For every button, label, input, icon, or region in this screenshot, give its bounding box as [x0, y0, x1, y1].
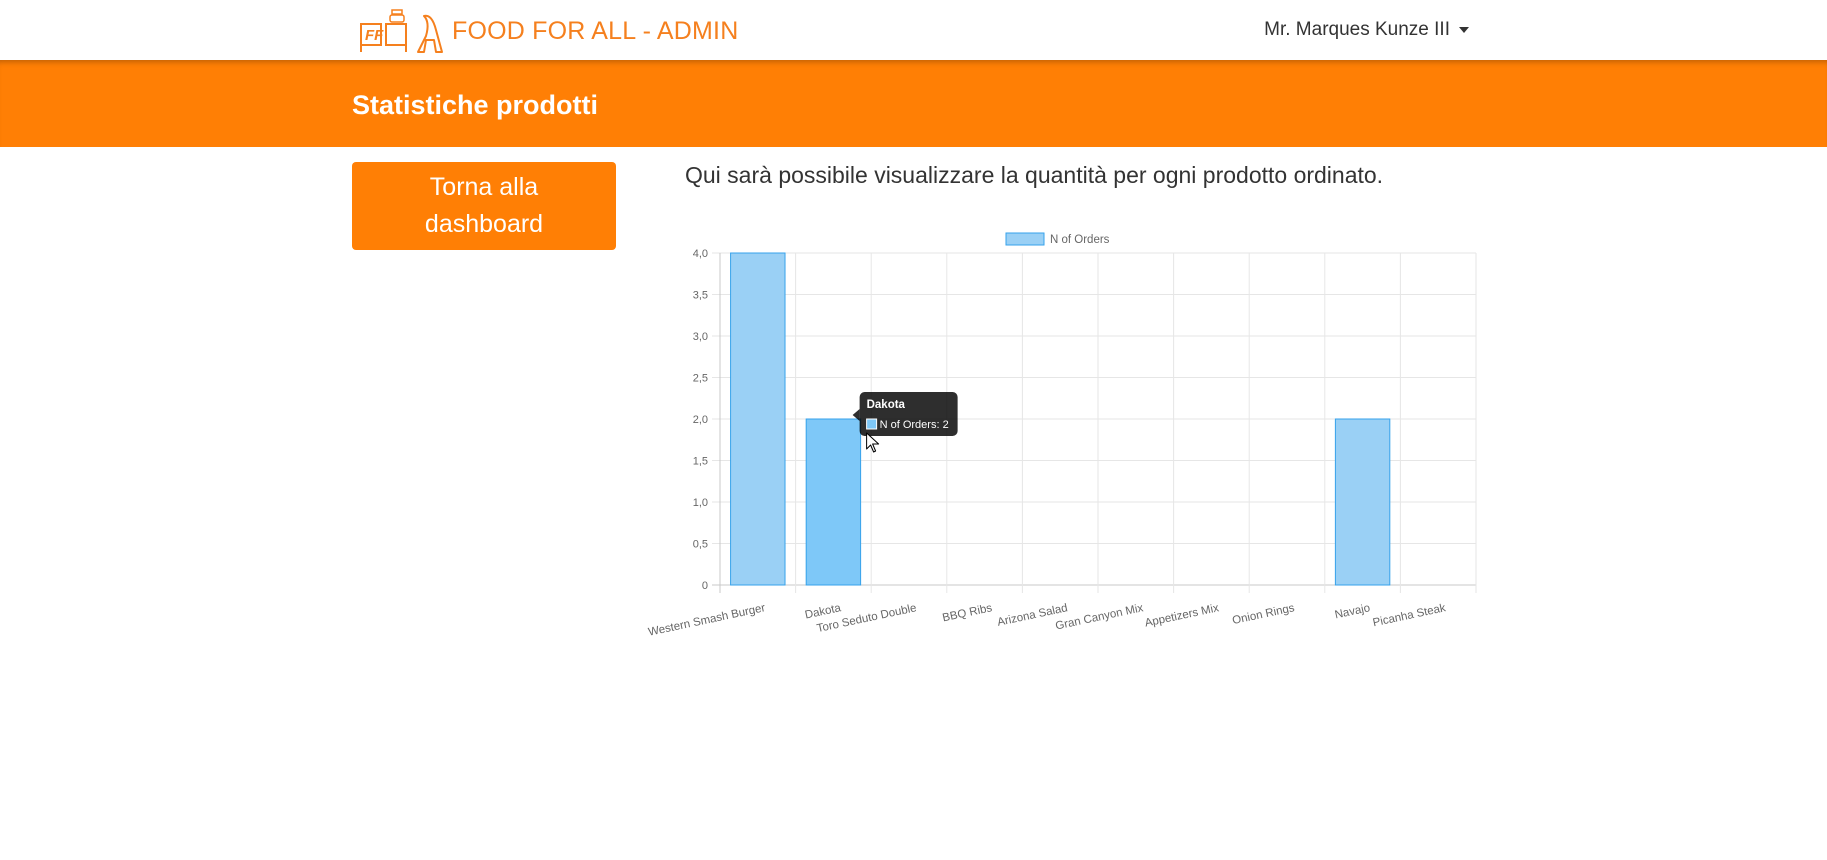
legend-label[interactable]: N of Orders — [1050, 234, 1110, 246]
bar-western-smash-burger[interactable] — [730, 252, 786, 586]
y-tick-label: 2,5 — [693, 373, 708, 385]
top-navbar: FF FOOD FOR ALL - ADMIN Mr. Marques Kunz… — [0, 0, 1827, 60]
x-tick-label: Gran Canyon Mix — [1054, 602, 1144, 632]
y-tick-label: 0 — [702, 580, 708, 592]
user-menu-dropdown[interactable]: Mr. Marques Kunze III — [1264, 19, 1469, 41]
tooltip-swatch — [866, 418, 878, 430]
tooltip-title: Dakota — [867, 399, 906, 411]
page-title: Statistiche prodotti — [352, 90, 599, 120]
legend-swatch[interactable] — [1005, 232, 1045, 246]
y-tick-label: 0,5 — [693, 539, 708, 551]
y-tick-label: 1,0 — [693, 497, 708, 509]
y-tick-label: 4,0 — [693, 248, 708, 260]
y-tick-label: 1,5 — [693, 456, 708, 468]
page-description: Qui sarà possibile visualizzare la quant… — [685, 162, 1384, 188]
brand-link[interactable]: FF FOOD FOR ALL - ADMIN — [360, 8, 738, 54]
y-tick-label: 2,0 — [693, 414, 708, 426]
x-tick-label: BBQ Ribs — [941, 602, 993, 624]
orders-bar-chart[interactable]: N of Orders 0 0,5 1,0 1,5 2,0 2,5 3,0 3,5 4,0 West… — [630, 225, 1490, 645]
x-tick-label: Onion Rings — [1231, 602, 1296, 627]
logo-letter-1: FF — [365, 27, 384, 44]
x-tick-label: Picanha Steak — [1372, 602, 1447, 629]
tooltip-label: N of Orders: 2 — [880, 419, 949, 431]
back-to-dashboard-button[interactable]: Torna alla dashboard — [352, 162, 616, 250]
x-tick-label: Navajo — [1334, 602, 1372, 621]
food-for-all-logo: FF — [360, 9, 443, 53]
user-name: Mr. Marques Kunze III — [1264, 19, 1450, 40]
y-tick-label: 3,0 — [693, 331, 708, 343]
x-tick-label: Western Smash Burger — [647, 602, 766, 639]
bar-navajo[interactable] — [1334, 418, 1391, 586]
x-tick-label: Appetizers Mix — [1144, 602, 1221, 629]
caret-down-icon — [1459, 27, 1469, 33]
page-header: Statistiche prodotti — [0, 60, 1827, 147]
y-tick-label: 3,5 — [693, 290, 708, 302]
bar-dakota[interactable] — [805, 418, 862, 586]
brand-name: FOOD FOR ALL - ADMIN — [452, 16, 739, 45]
